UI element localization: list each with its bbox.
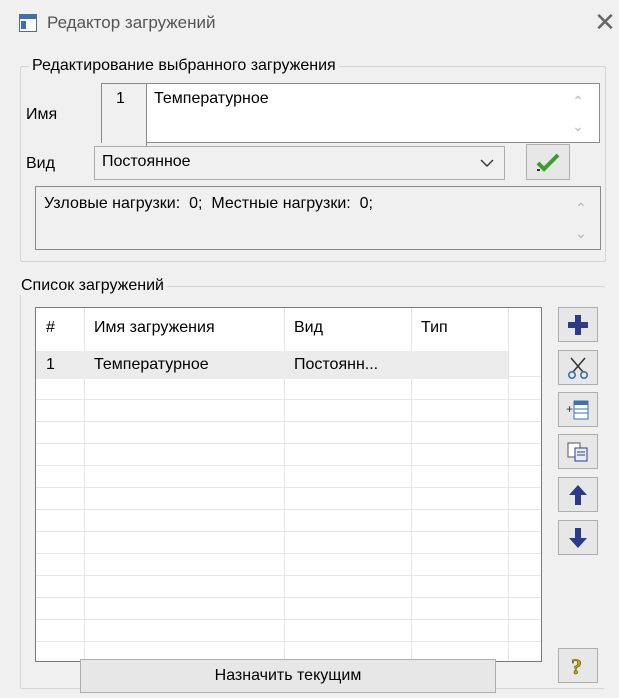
kind-label: Вид [26, 155, 55, 172]
app-window-icon [19, 14, 37, 32]
load-info-box: Узловые нагрузки: 0; Местные нагрузки: 0… [35, 186, 601, 250]
plus-icon [568, 314, 588, 335]
question-mark-icon: ? [571, 654, 583, 678]
column-header-kind[interactable]: Вид [284, 308, 411, 348]
edit-group-legend: Редактирование выбранного загружения [32, 57, 336, 74]
info-scroll-up-icon[interactable]: ⌃ [572, 199, 590, 217]
copy-load-button[interactable] [558, 434, 598, 469]
loads-table[interactable]: # Имя загружения Вид Тип 1 Температурное… [35, 307, 542, 662]
assign-current-button[interactable]: Назначить текущим [80, 659, 496, 693]
scroll-down-icon[interactable]: ⌄ [569, 117, 587, 135]
scissors-icon [567, 357, 589, 379]
load-number-box: 1 [102, 84, 147, 149]
name-value: Температурное [154, 90, 269, 107]
checkmark-icon [536, 153, 560, 172]
help-button[interactable]: ? [558, 648, 598, 683]
add-load-button[interactable] [558, 307, 598, 342]
column-header-type[interactable]: Тип [411, 308, 508, 348]
chevron-down-icon [480, 159, 494, 167]
row-type [411, 351, 508, 379]
arrow-down-icon [569, 527, 587, 548]
load-info-text: Узловые нагрузки: 0; Местные нагрузки: 0… [44, 195, 373, 212]
name-field[interactable]: 1 Температурное ⌃ ⌄ [101, 83, 600, 149]
move-down-button[interactable] [558, 520, 598, 555]
delete-load-button[interactable] [558, 350, 598, 385]
move-up-button[interactable] [558, 477, 598, 512]
insert-load-button[interactable]: + [558, 392, 598, 427]
kind-select-value: Постоянное [102, 153, 191, 170]
kind-select[interactable]: Постоянное [94, 146, 505, 180]
row-number: 1 [46, 356, 55, 373]
arrow-up-icon [569, 484, 587, 505]
row-name: Температурное [94, 356, 209, 373]
copy-icon [567, 442, 588, 461]
svg-text:+: + [566, 402, 573, 416]
svg-text:?: ? [571, 654, 582, 678]
column-header-number[interactable]: # [36, 308, 84, 348]
window-title: Редактор загружений [47, 13, 216, 32]
scroll-up-icon[interactable]: ⌃ [569, 92, 587, 110]
title-bar: Редактор загружений ✕ [0, 0, 619, 52]
table-row[interactable]: 1 Температурное Постоянн... [36, 351, 508, 379]
load-number: 1 [116, 90, 125, 107]
column-header-name[interactable]: Имя загружения [84, 308, 284, 348]
info-scroll-down-icon[interactable]: ⌄ [572, 224, 590, 242]
name-label: Имя [26, 106, 58, 123]
apply-button[interactable] [526, 144, 570, 180]
row-kind: Постоянн... [294, 356, 379, 373]
insert-row-icon: + [566, 400, 589, 419]
list-group-legend: Список загружений [21, 277, 164, 294]
close-icon[interactable]: ✕ [591, 8, 619, 36]
